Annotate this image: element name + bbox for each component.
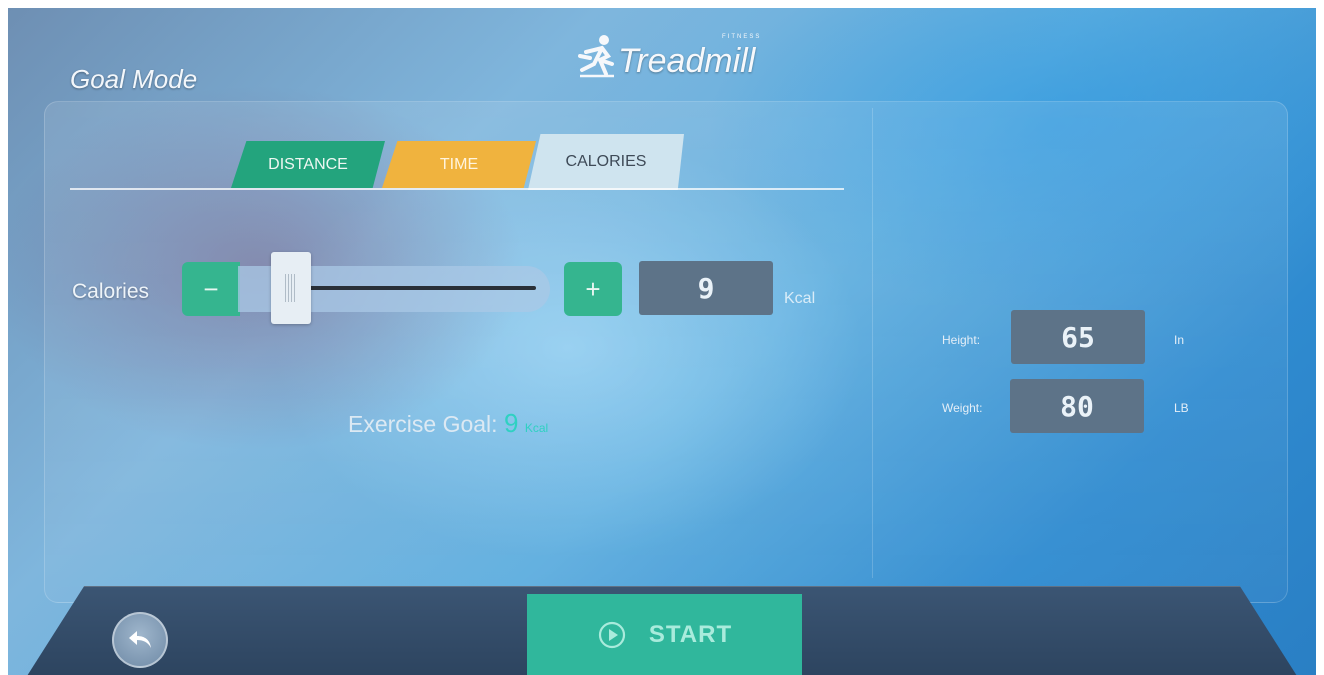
height-label: Height: — [942, 333, 981, 347]
tabs-underline — [70, 188, 844, 190]
exercise-goal: Exercise Goal: 9 Kcal — [348, 408, 548, 439]
exercise-goal-unit: Kcal — [524, 421, 549, 435]
height-value-field[interactable]: 65 — [1011, 310, 1145, 364]
increase-button[interactable]: + — [564, 262, 622, 316]
runner-logo-icon — [578, 35, 614, 78]
treadmill-screen: Goal Mode FITNESS Treadmill DISTANCE TIM… — [8, 8, 1316, 675]
calories-value-display: 9 — [639, 261, 773, 315]
panel-divider — [872, 108, 873, 578]
calories-slider-groove — [288, 286, 536, 290]
logo-text: Treadmill — [618, 42, 756, 80]
play-circle-icon — [598, 621, 625, 649]
start-button[interactable]: START — [527, 594, 802, 675]
weight-label: Weight: — [942, 401, 983, 415]
tab-distance[interactable]: DISTANCE — [231, 141, 385, 188]
weight-value-field[interactable]: 80 — [1010, 379, 1144, 433]
weight-unit: LB — [1174, 401, 1189, 415]
tab-calories[interactable]: CALORIES — [528, 134, 684, 190]
logo-subtitle: FITNESS — [722, 34, 762, 40]
page-title: Goal Mode — [70, 64, 198, 94]
height-unit: In — [1174, 333, 1185, 347]
treadmill-logo: FITNESS Treadmill — [574, 28, 794, 88]
exercise-goal-value: 9 — [503, 408, 519, 438]
calories-label: Calories — [72, 280, 150, 303]
back-arrow-icon — [129, 631, 151, 648]
decrease-button[interactable]: − — [182, 262, 240, 316]
back-button[interactable] — [112, 612, 168, 668]
calories-slider-thumb[interactable] — [270, 252, 311, 324]
calories-unit: Kcal — [784, 290, 816, 307]
start-label: START — [648, 621, 733, 648]
tab-time[interactable]: TIME — [382, 141, 536, 188]
exercise-goal-label: Exercise Goal: — [348, 411, 498, 437]
